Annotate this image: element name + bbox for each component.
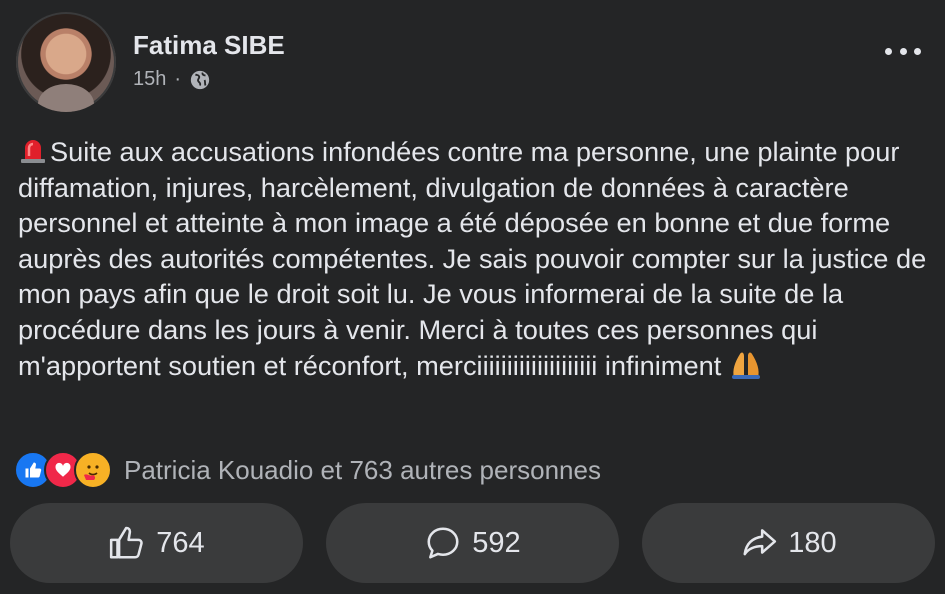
comment-button[interactable]: 592: [326, 503, 619, 583]
care-reaction-icon: [74, 451, 112, 489]
siren-emoji: [21, 140, 45, 163]
post-time[interactable]: 15h: [133, 68, 166, 91]
reactions-bar[interactable]: Patricia Kouadio et 763 autres personnes: [14, 451, 601, 489]
like-count: 764: [156, 526, 205, 559]
post-body: Suite aux accusations infondées contre m…: [18, 134, 928, 383]
reactions-summary[interactable]: Patricia Kouadio et 763 autres personnes: [124, 455, 601, 486]
comment-count: 592: [472, 526, 521, 559]
praying-hands-emoji: [732, 352, 761, 379]
post-meta: 15h ·: [133, 68, 211, 91]
post-actions: 764 592 180: [10, 503, 935, 583]
share-count: 180: [788, 526, 837, 559]
author-name[interactable]: Fatima SIBE: [133, 30, 285, 61]
post-header: Fatima SIBE 15h ·: [16, 12, 929, 116]
globe-icon: [190, 70, 210, 89]
like-button[interactable]: 764: [10, 503, 303, 583]
comment-bubble-icon: [427, 527, 459, 559]
meta-separator: ·: [174, 68, 182, 90]
more-options-icon[interactable]: [885, 42, 921, 60]
post-text: Suite aux accusations infondées contre m…: [18, 136, 934, 381]
author-avatar[interactable]: [16, 12, 116, 112]
share-button[interactable]: 180: [642, 503, 935, 583]
share-arrow-icon: [743, 529, 777, 556]
thumbs-up-icon: [110, 526, 144, 559]
